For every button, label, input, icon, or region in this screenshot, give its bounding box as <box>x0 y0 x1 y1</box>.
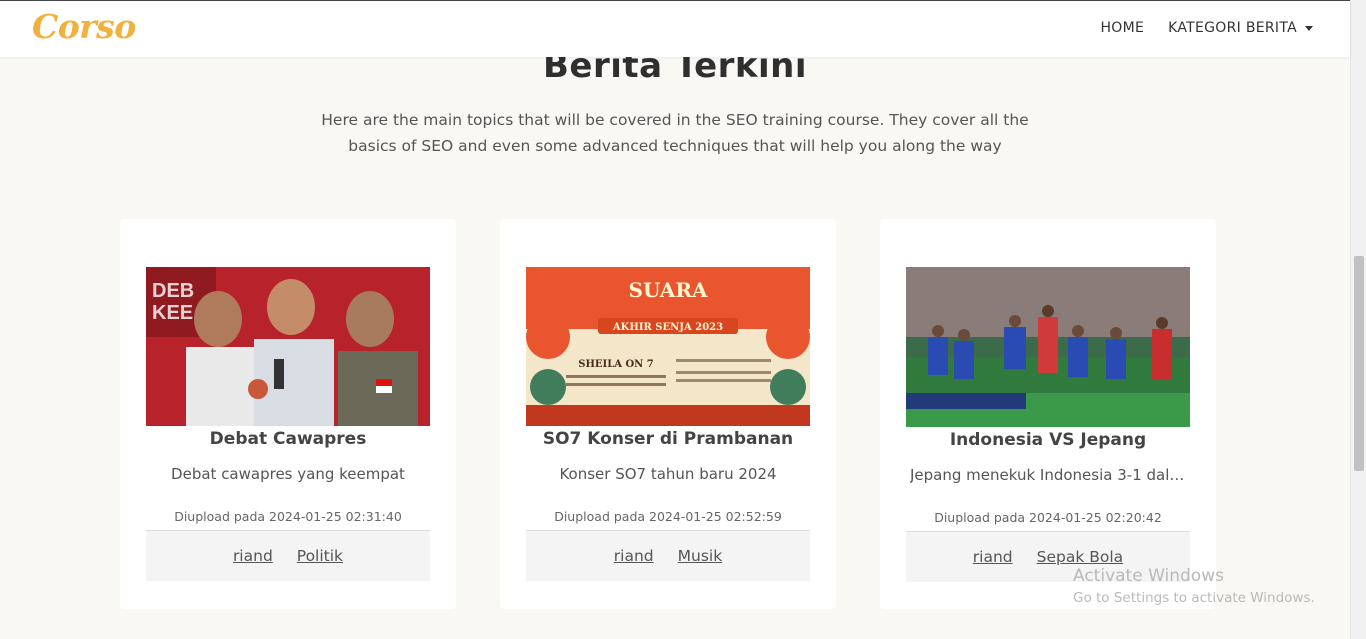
card-upload-date: Diupload pada 2024-01-25 02:31:40 <box>174 509 402 524</box>
card-image-debat[interactable]: DEB KEE <box>146 267 430 426</box>
poster-subtitle: AKHIR SENJA 2023 <box>612 322 723 333</box>
news-card: DEB KEE Debat Cawapres Debat cawapres ya… <box>120 219 456 609</box>
scrollbar[interactable] <box>1350 0 1366 639</box>
card-description: Konser SO7 tahun baru 2024 <box>559 465 777 483</box>
author-link[interactable]: riand <box>233 547 273 565</box>
category-link[interactable]: Politik <box>297 547 343 565</box>
brand-logo[interactable]: Corso <box>32 7 136 46</box>
card-title[interactable]: Debat Cawapres <box>120 429 456 449</box>
nav-links: HOME KATEGORI BERITA <box>1100 20 1313 36</box>
author-link[interactable]: riand <box>614 547 654 565</box>
page-subtitle: Here are the main topics that will be co… <box>321 111 1029 155</box>
card-image-sepakbola[interactable] <box>906 267 1190 427</box>
author-link[interactable]: riand <box>973 548 1013 566</box>
card-description: Debat cawapres yang keempat <box>171 465 405 483</box>
nav-home[interactable]: HOME <box>1100 20 1144 36</box>
scrollbar-thumb[interactable] <box>1354 256 1364 471</box>
card-footer: riand Politik <box>146 530 430 581</box>
category-link[interactable]: Sepak Bola <box>1037 548 1124 566</box>
navbar: Corso HOME KATEGORI BERITA <box>0 0 1350 57</box>
news-card: Indonesia VS Jepang Jepang menekuk Indon… <box>880 219 1216 609</box>
watermark-subtitle: Go to Settings to activate Windows. <box>1073 590 1315 606</box>
nav-kategori-dropdown[interactable]: KATEGORI BERITA <box>1168 20 1313 36</box>
activate-windows-watermark: Activate Windows Go to Settings to activ… <box>1073 566 1315 606</box>
poster-title: SUARA <box>629 278 708 302</box>
card-upload-date: Diupload pada 2024-01-25 02:52:59 <box>554 509 782 524</box>
nav-home-label: HOME <box>1100 20 1145 36</box>
card-upload-date: Diupload pada 2024-01-25 02:20:42 <box>934 510 1162 525</box>
card-description: Jepang menekuk Indonesia 3-1 dalam laga … <box>910 466 1186 484</box>
svg-text:DEB: DEB <box>152 280 194 302</box>
nav-kategori-label: KATEGORI BERITA <box>1168 20 1297 36</box>
card-title[interactable]: Indonesia VS Jepang <box>880 430 1216 450</box>
card-footer: riand Musik <box>526 530 810 581</box>
news-card: SUARA AKHIR SENJA 2023 SHEILA ON 7 SO7 K… <box>500 219 836 609</box>
svg-text:KEE: KEE <box>152 302 193 324</box>
category-link[interactable]: Musik <box>678 547 723 565</box>
card-title[interactable]: SO7 Konser di Prambanan <box>500 429 836 449</box>
caret-down-icon <box>1305 25 1313 31</box>
card-image-konser[interactable]: SUARA AKHIR SENJA 2023 SHEILA ON 7 <box>526 267 810 426</box>
poster-band: SHEILA ON 7 <box>578 359 654 370</box>
watermark-title: Activate Windows <box>1073 566 1224 586</box>
